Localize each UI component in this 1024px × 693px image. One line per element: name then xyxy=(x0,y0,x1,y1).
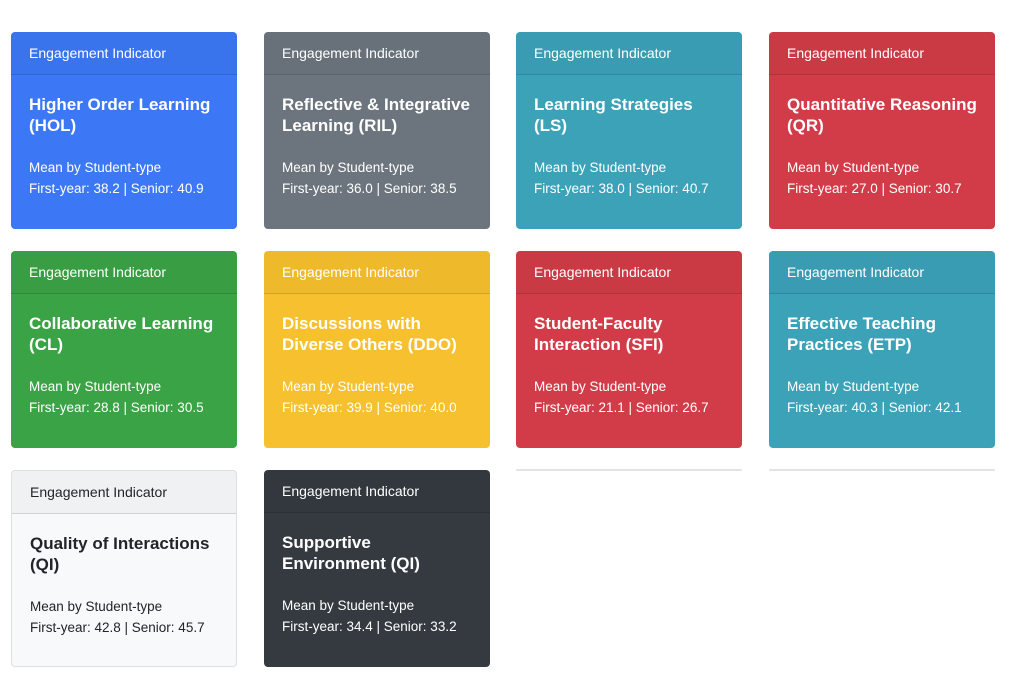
card-body: Quality of Interactions (QI) Mean by Stu… xyxy=(12,514,236,638)
card-title-line1: Quality of Interactions xyxy=(30,534,210,553)
card-title-line2: Environment (QI) xyxy=(282,554,420,573)
mean-label: Mean by Student-type xyxy=(282,160,415,175)
empty-card-placeholder xyxy=(516,469,742,471)
mean-stats: First-year: 34.4 | Senior: 33.2 xyxy=(282,619,457,634)
card-body: Quantitative Reasoning (QR) Mean by Stud… xyxy=(769,75,995,199)
mean-label: Mean by Student-type xyxy=(282,598,415,613)
card-title-line1: Supportive xyxy=(282,533,371,552)
card-body: Reflective & Integrative Learning (RIL) … xyxy=(264,75,490,199)
card-title-line2: (HOL) xyxy=(29,116,77,135)
card-qr: Engagement Indicator Quantitative Reason… xyxy=(769,32,995,229)
mean-stats: First-year: 36.0 | Senior: 38.5 xyxy=(282,181,457,196)
card-body: Effective Teaching Practices (ETP) Mean … xyxy=(769,294,995,418)
mean-stats: First-year: 42.8 | Senior: 45.7 xyxy=(30,620,205,635)
mean-stats: First-year: 21.1 | Senior: 26.7 xyxy=(534,400,709,415)
mean-label: Mean by Student-type xyxy=(534,379,667,394)
card-se: Engagement Indicator Supportive Environm… xyxy=(264,470,490,667)
card-header: Engagement Indicator xyxy=(769,251,995,294)
card-title-line1: Effective Teaching xyxy=(787,314,936,333)
card-etp: Engagement Indicator Effective Teaching … xyxy=(769,251,995,448)
card-title-line2: Learning (RIL) xyxy=(282,116,398,135)
card-title-line2: (CL) xyxy=(29,335,63,354)
card-ddo: Engagement Indicator Discussions with Di… xyxy=(264,251,490,448)
mean-stats: First-year: 38.0 | Senior: 40.7 xyxy=(534,181,709,196)
card-title: Higher Order Learning (HOL) xyxy=(29,94,219,157)
card-body: Higher Order Learning (HOL) Mean by Stud… xyxy=(11,75,237,199)
card-header: Engagement Indicator xyxy=(516,32,742,75)
card-header: Engagement Indicator xyxy=(264,251,490,294)
card-header: Engagement Indicator xyxy=(11,251,237,294)
mean-stats: First-year: 28.8 | Senior: 30.5 xyxy=(29,400,204,415)
indicator-grid: Engagement Indicator Higher Order Learni… xyxy=(0,0,1024,693)
card-ril: Engagement Indicator Reflective & Integr… xyxy=(264,32,490,229)
card-title-line2: Diverse Others (DDO) xyxy=(282,335,457,354)
mean-label: Mean by Student-type xyxy=(534,160,667,175)
mean-stats: First-year: 38.2 | Senior: 40.9 xyxy=(29,181,204,196)
card-header: Engagement Indicator xyxy=(11,32,237,75)
card-body: Supportive Environment (QI) Mean by Stud… xyxy=(264,513,490,637)
empty-card-placeholder xyxy=(769,469,995,471)
card-header: Engagement Indicator xyxy=(769,32,995,75)
mean-label: Mean by Student-type xyxy=(787,160,920,175)
card-cl: Engagement Indicator Collaborative Learn… xyxy=(11,251,237,448)
card-title: Quality of Interactions (QI) xyxy=(30,533,218,596)
card-title-line1: Student-Faculty xyxy=(534,314,663,333)
card-title-line2: (QR) xyxy=(787,116,824,135)
card-title-line1: Discussions with xyxy=(282,314,421,333)
card-header: Engagement Indicator xyxy=(264,32,490,75)
card-body: Learning Strategies (LS) Mean by Student… xyxy=(516,75,742,199)
card-title: Collaborative Learning (CL) xyxy=(29,313,219,376)
card-body: Student-Faculty Interaction (SFI) Mean b… xyxy=(516,294,742,418)
card-header: Engagement Indicator xyxy=(264,470,490,513)
card-title: Student-Faculty Interaction (SFI) xyxy=(534,313,724,376)
card-title-line1: Collaborative Learning xyxy=(29,314,214,333)
card-title-line2: (LS) xyxy=(534,116,568,135)
mean-label: Mean by Student-type xyxy=(29,160,162,175)
card-title: Discussions with Diverse Others (DDO) xyxy=(282,313,472,376)
card-title: Effective Teaching Practices (ETP) xyxy=(787,313,977,376)
card-title-line1: Higher Order Learning xyxy=(29,95,211,114)
card-ls: Engagement Indicator Learning Strategies… xyxy=(516,32,742,229)
card-title-line2: Interaction (SFI) xyxy=(534,335,664,354)
card-header: Engagement Indicator xyxy=(12,471,236,514)
mean-stats: First-year: 40.3 | Senior: 42.1 xyxy=(787,400,962,415)
card-title: Supportive Environment (QI) xyxy=(282,532,472,595)
card-title-line1: Reflective & Integrative xyxy=(282,95,471,114)
card-title: Reflective & Integrative Learning (RIL) xyxy=(282,94,472,157)
mean-stats: First-year: 27.0 | Senior: 30.7 xyxy=(787,181,962,196)
mean-label: Mean by Student-type xyxy=(787,379,920,394)
mean-stats: First-year: 39.9 | Senior: 40.0 xyxy=(282,400,457,415)
card-title-line2: Practices (ETP) xyxy=(787,335,912,354)
card-header: Engagement Indicator xyxy=(516,251,742,294)
mean-label: Mean by Student-type xyxy=(30,599,163,614)
card-hol: Engagement Indicator Higher Order Learni… xyxy=(11,32,237,229)
mean-label: Mean by Student-type xyxy=(282,379,415,394)
card-body: Discussions with Diverse Others (DDO) Me… xyxy=(264,294,490,418)
card-title-line1: Quantitative Reasoning xyxy=(787,95,977,114)
mean-label: Mean by Student-type xyxy=(29,379,162,394)
card-body: Collaborative Learning (CL) Mean by Stud… xyxy=(11,294,237,418)
card-title: Quantitative Reasoning (QR) xyxy=(787,94,977,157)
card-title: Learning Strategies (LS) xyxy=(534,94,724,157)
card-qi: Engagement Indicator Quality of Interact… xyxy=(11,470,237,667)
card-sfi: Engagement Indicator Student-Faculty Int… xyxy=(516,251,742,448)
card-title-line1: Learning Strategies xyxy=(534,95,693,114)
card-title-line2: (QI) xyxy=(30,555,60,574)
